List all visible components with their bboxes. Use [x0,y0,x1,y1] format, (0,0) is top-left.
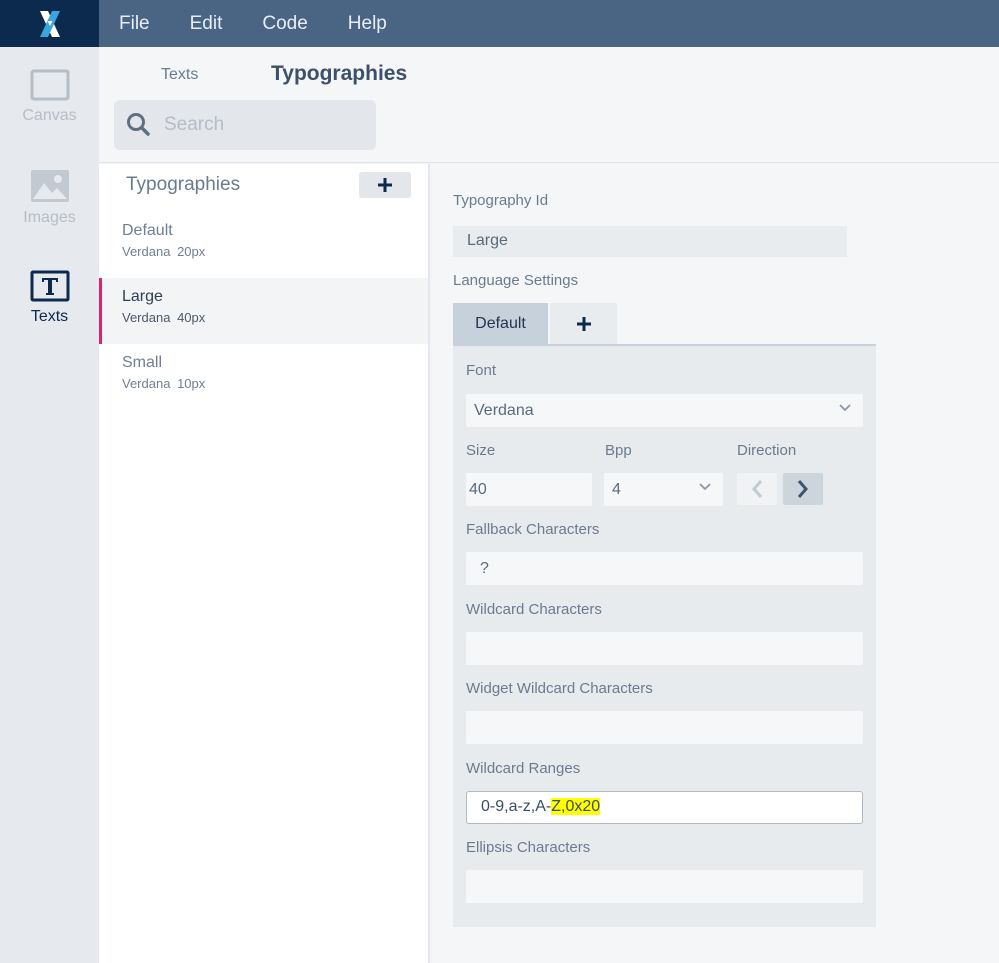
typography-list-panel: Typographies Default Verdana 20px Large … [99,164,430,963]
font-label: Font [466,362,497,379]
list-item-details: Verdana 40px [122,310,428,325]
typography-id-field[interactable]: Large [453,226,847,257]
wildcard-ranges-label: Wildcard Ranges [466,760,581,777]
wildcard-ranges-selected-text: Z,0x20 [551,798,601,815]
chevron-down-icon [699,483,711,491]
image-icon [30,170,69,202]
ellipsis-characters-input[interactable] [466,870,863,903]
rail-item-canvas[interactable]: Canvas [0,69,99,125]
add-language-button[interactable] [550,303,617,344]
language-settings-label: Language Settings [453,272,579,289]
list-item-name: Default [122,222,173,239]
list-item-font: Verdana [122,376,171,391]
search-input[interactable] [164,114,364,136]
list-item-font: Verdana [122,310,171,325]
list-item-size: 10px [177,376,206,391]
app-logo [0,0,99,47]
wildcard-ranges-input[interactable]: 0-9,a-z,A-Z,0x20 [466,791,863,824]
header-area: Texts Typographies [99,47,999,163]
menu-file[interactable]: File [99,13,170,35]
tab-language-default[interactable]: Default [453,303,548,344]
widget-wildcard-characters-input[interactable] [466,711,863,744]
direction-left-button[interactable] [737,473,777,505]
add-typography-button[interactable] [359,172,411,198]
menu-help[interactable]: Help [328,13,407,35]
size-label: Size [466,442,496,459]
font-value: Verdana [474,402,534,419]
list-item-details: Verdana 20px [122,244,428,259]
list-title: Typographies [126,174,241,195]
language-settings-box: Font Verdana Size Bpp Direction 40 4 Fal… [453,344,876,927]
language-tabs: Default [453,303,617,344]
top-bar: File Edit Code Help [0,0,999,47]
plus-icon [378,178,392,192]
list-item-name: Small [122,354,163,371]
direction-right-button[interactable] [783,473,823,505]
direction-label: Direction [737,442,797,459]
bpp-label: Bpp [605,442,632,459]
search-box[interactable] [114,100,376,150]
chevron-right-icon [797,480,808,498]
list-item-default[interactable]: Default Verdana 20px [99,212,428,278]
list-item-size: 40px [177,310,206,325]
x-logo-icon [39,10,60,37]
rail-label-images: Images [23,209,76,226]
list-item-name: Large [122,288,163,305]
list-item-small[interactable]: Small Verdana 10px [99,344,428,410]
list-item-large[interactable]: Large Verdana 40px [99,278,428,344]
wildcard-characters-input[interactable] [466,632,863,665]
typography-id-label: Typography Id [453,192,549,209]
typography-detail-panel: Typography Id Large Language Settings De… [432,164,999,963]
bpp-value: 4 [612,481,621,498]
search-icon [127,113,150,136]
fallback-characters-input[interactable]: ? [466,552,863,585]
rail-item-texts[interactable]: Texts [0,270,99,326]
list-item-size: 20px [177,244,206,259]
menu-edit[interactable]: Edit [170,13,243,35]
menu-bar: File Edit Code Help [99,0,407,47]
wildcard-characters-label: Wildcard Characters [466,601,602,618]
bpp-select[interactable]: 4 [604,473,723,506]
fallback-characters-label: Fallback Characters [466,521,600,538]
list-item-details: Verdana 10px [122,376,428,391]
tab-texts[interactable]: Texts [161,66,198,84]
text-icon [30,270,69,302]
chevron-down-icon [839,404,851,412]
ellipsis-characters-label: Ellipsis Characters [466,839,591,856]
rail-label-canvas: Canvas [22,107,77,124]
menu-code[interactable]: Code [242,13,327,35]
wildcard-ranges-text: 0-9,a-z,A- [481,798,552,815]
widget-wildcard-characters-label: Widget Wildcard Characters [466,680,653,697]
rail-label-texts: Texts [30,308,69,325]
canvas-icon [30,69,69,101]
chevron-left-icon [752,480,763,498]
tab-typographies[interactable]: Typographies [271,62,407,86]
font-select[interactable]: Verdana [466,394,863,427]
list-item-font: Verdana [122,244,171,259]
size-input[interactable]: 40 [466,473,592,506]
plus-icon [576,316,591,331]
rail-item-images[interactable]: Images [0,169,99,227]
left-rail: Canvas Images Texts [0,47,99,963]
